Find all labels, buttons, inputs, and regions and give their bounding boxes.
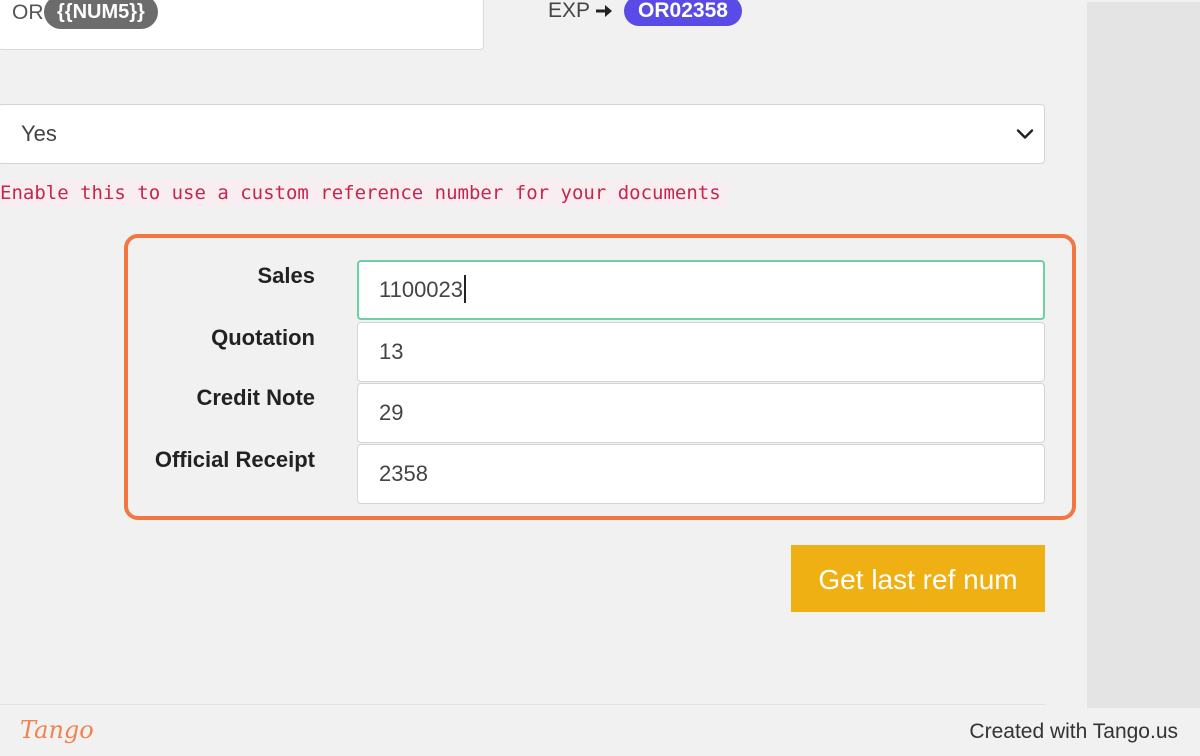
sales-label: Sales xyxy=(257,263,316,288)
side-panel xyxy=(1087,2,1200,708)
example-preview: EXP OR02358 xyxy=(548,0,742,26)
format-prefix: OR xyxy=(12,1,44,24)
official-receipt-ref-input[interactable]: 2358 xyxy=(357,444,1045,504)
reference-format-input[interactable]: OR {{NUM5}} xyxy=(0,0,484,50)
custom-ref-select[interactable]: Yes xyxy=(0,104,1045,164)
text-caret xyxy=(464,275,467,304)
credit-note-label: Credit Note xyxy=(196,385,315,410)
footer-credit: Created with Tango.us xyxy=(969,720,1178,743)
credit-note-ref-value: 29 xyxy=(379,400,404,425)
example-label: EXP xyxy=(548,0,591,22)
section-divider xyxy=(0,704,1045,705)
num-token-badge: {{NUM5}} xyxy=(44,0,158,29)
get-last-ref-num-button[interactable]: Get last ref num xyxy=(791,545,1045,612)
example-value-badge: OR02358 xyxy=(624,0,742,26)
chevron-down-icon xyxy=(1016,125,1034,143)
official-receipt-label: Official Receipt xyxy=(154,447,315,472)
quotation-ref-input[interactable]: 13 xyxy=(357,322,1045,382)
tango-logo: Tango xyxy=(20,716,94,744)
sales-ref-value: 1100023 xyxy=(379,277,464,302)
quotation-ref-value: 13 xyxy=(379,339,404,364)
official-receipt-ref-value: 2358 xyxy=(379,461,428,486)
quotation-label: Quotation xyxy=(211,325,315,350)
footer: Tango Created with Tango.us xyxy=(0,708,1200,756)
credit-note-ref-input[interactable]: 29 xyxy=(357,383,1045,443)
sales-ref-input[interactable]: 1100023 xyxy=(357,260,1045,320)
custom-ref-select-value: Yes xyxy=(21,121,57,146)
custom-ref-hint: Enable this to use a custom reference nu… xyxy=(0,180,727,206)
arrow-right-icon xyxy=(594,1,614,21)
